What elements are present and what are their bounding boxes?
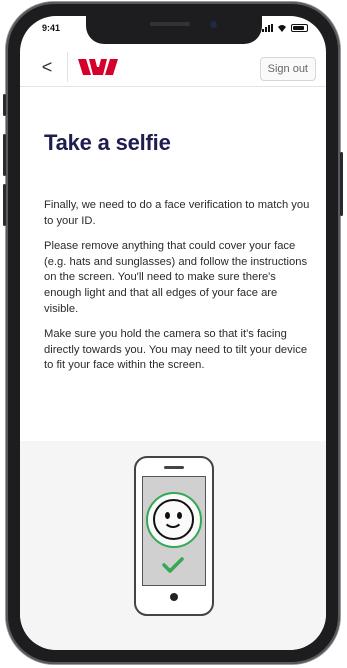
sign-out-button[interactable]: Sign out <box>259 57 316 81</box>
illustration-screen <box>142 476 206 586</box>
phone-frame: 9:41 < Sign out Take a selfie Finally, w… <box>3 2 343 664</box>
instructions-paragraph: Please remove anything that could cover … <box>44 240 308 315</box>
app-header: < Sign out <box>20 48 326 87</box>
selfie-illustration <box>20 441 326 650</box>
smiley-face-icon <box>153 499 194 540</box>
status-icons <box>262 24 308 32</box>
volume-up-button <box>3 134 6 176</box>
wifi-icon <box>278 25 286 32</box>
status-bar: 9:41 <box>20 16 326 46</box>
phone-screen: 9:41 < Sign out Take a selfie Finally, w… <box>20 16 326 650</box>
front-camera-icon <box>210 21 217 28</box>
camera-tip-paragraph: Make sure you hold the camera so that it… <box>44 328 308 372</box>
volume-down-button <box>3 184 6 226</box>
mute-switch <box>3 94 6 116</box>
notch <box>86 16 262 44</box>
signal-icon <box>262 24 273 32</box>
home-button-icon <box>170 593 178 601</box>
earpiece <box>164 466 184 469</box>
main-content: Take a selfie Finally, we need to do a f… <box>44 94 314 374</box>
power-button <box>340 152 343 216</box>
back-button[interactable]: < <box>36 56 58 78</box>
header-divider <box>67 52 68 82</box>
status-time: 9:41 <box>42 23 61 33</box>
phone-icon <box>134 456 214 616</box>
speaker-grille <box>150 22 190 26</box>
page-title: Take a selfie <box>44 130 171 155</box>
brand-logo-icon <box>78 59 118 75</box>
checkmark-icon <box>162 557 184 573</box>
face-frame-ring <box>146 492 202 548</box>
battery-icon <box>291 24 308 32</box>
intro-paragraph: Finally, we need to do a face verificati… <box>44 199 310 227</box>
